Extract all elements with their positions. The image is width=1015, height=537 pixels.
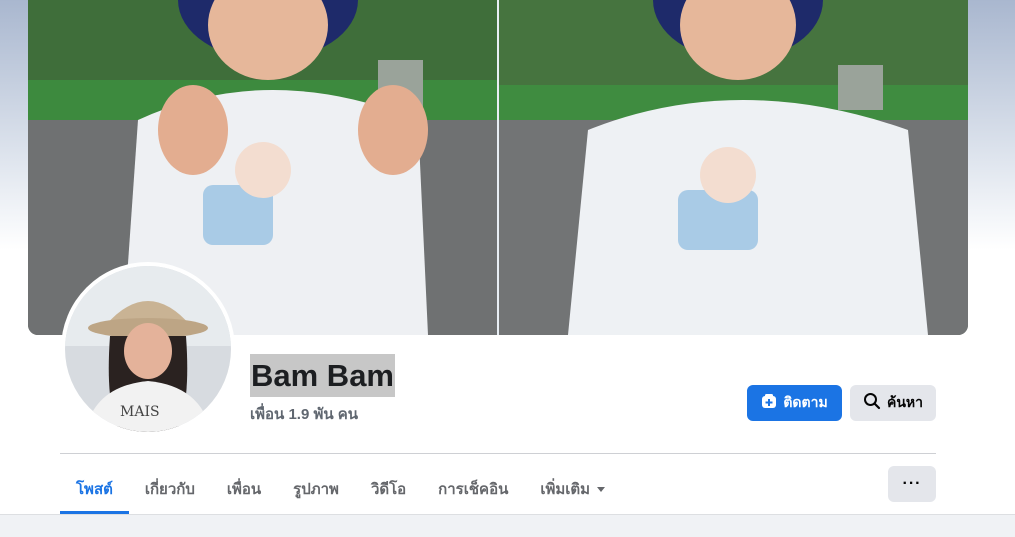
profile-tabs: โพสต์ เกี่ยวกับ เพื่อน รูปภาพ วิดีโอ การ… [60,463,622,514]
tab-label: รูปภาพ [293,479,339,498]
tab-label: วิดีโอ [370,479,407,498]
follow-button-label: ติดตาม [783,395,828,411]
tab-label: การเช็คอิน [438,479,509,498]
ellipsis-icon: ··· [902,475,922,492]
magnifier-icon [863,392,881,414]
follow-plus-icon [761,393,777,413]
content-area-top [0,514,1015,537]
tab-about[interactable]: เกี่ยวกับ [129,463,211,514]
caret-down-icon [596,467,606,511]
follow-button[interactable]: ติดตาม [747,385,842,421]
tab-checkins[interactable]: การเช็คอิน [422,463,524,514]
tab-more[interactable]: เพิ่มเติม [524,463,622,514]
tab-posts[interactable]: โพสต์ [60,463,129,514]
tab-videos[interactable]: วิดีโอ [355,463,422,514]
profile-avatar[interactable]: MAIS [61,262,235,436]
more-options-button[interactable]: ··· [888,466,936,502]
tab-label: เกี่ยวกับ [144,479,195,498]
tab-friends[interactable]: เพื่อน [211,463,277,514]
search-button-label: ค้นหา [886,395,924,411]
tab-label: โพสต์ [76,479,113,498]
tab-label: เพิ่มเติม [540,479,591,498]
friends-count[interactable]: เพื่อน 1.9 พัน คน [250,402,358,426]
header-divider [60,453,936,454]
svg-text:MAIS: MAIS [120,404,160,420]
tab-label: เพื่อน [226,479,262,498]
tab-photos[interactable]: รูปภาพ [277,463,355,514]
search-button[interactable]: ค้นหา [850,385,936,421]
profile-name: Bam Bam [250,354,395,397]
